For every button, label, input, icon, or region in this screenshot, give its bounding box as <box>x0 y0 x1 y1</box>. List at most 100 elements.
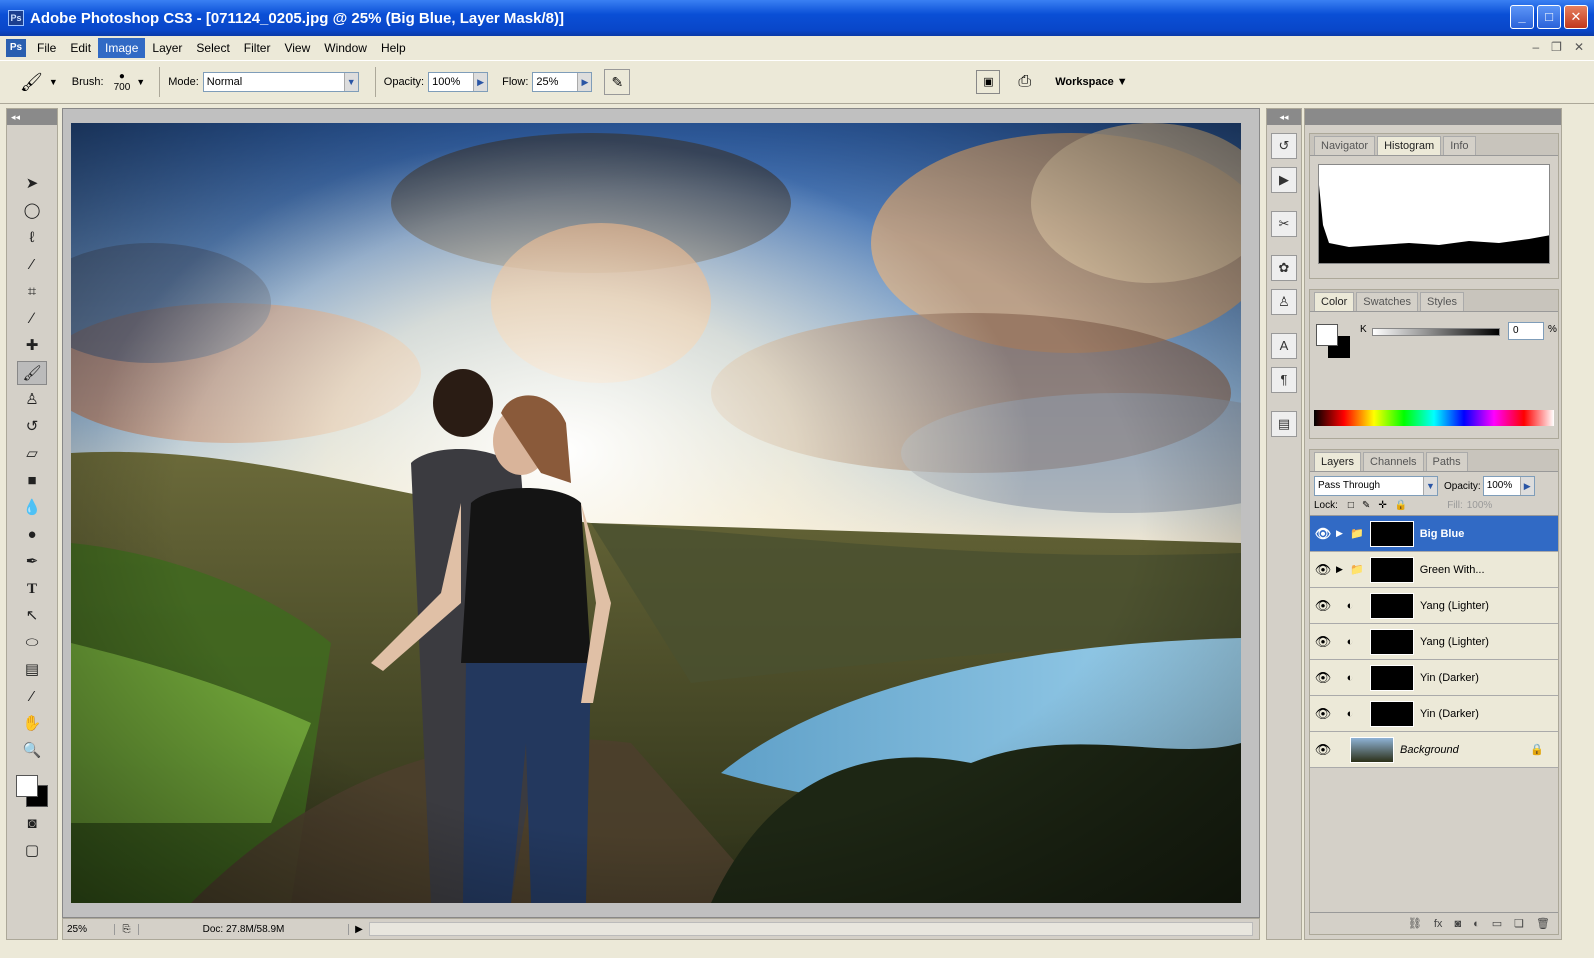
photoshop-app-icon[interactable]: Ps <box>8 10 24 26</box>
lasso-tool-icon[interactable]: ℓ <box>17 226 47 250</box>
menu-file[interactable]: File <box>30 38 63 58</box>
menu-help[interactable]: Help <box>374 38 413 58</box>
new-group-icon[interactable]: ▭ <box>1492 917 1502 930</box>
background-thumbnail[interactable] <box>1350 736 1394 763</box>
tab-swatches[interactable]: Swatches <box>1356 292 1418 311</box>
foreground-color[interactable] <box>16 775 38 797</box>
menu-edit[interactable]: Edit <box>63 38 98 58</box>
clone-stamp-tool-icon[interactable]: ♙ <box>17 388 47 412</box>
layer-mask-thumbnail[interactable] <box>1370 664 1414 691</box>
eye-icon[interactable]: 👁 <box>1310 562 1336 578</box>
layers-opacity-field[interactable]: 100% ▶ <box>1482 476 1535 496</box>
eye-icon[interactable]: 👁 <box>1310 634 1336 650</box>
color-k-value-field[interactable]: 0 <box>1508 322 1544 340</box>
tab-styles[interactable]: Styles <box>1420 292 1464 311</box>
chevron-right-icon[interactable]: ▶ <box>1519 477 1534 495</box>
brush-picker-chevron-icon[interactable]: ▼ <box>136 77 145 87</box>
layer-name[interactable]: Yin (Darker) <box>1420 708 1479 720</box>
layer-mask-thumbnail[interactable] <box>1369 556 1414 583</box>
magic-wand-tool-icon[interactable]: ⁄ <box>17 253 47 277</box>
menu-window[interactable]: Window <box>317 38 374 58</box>
menu-select[interactable]: Select <box>189 38 236 58</box>
clone-source-icon[interactable]: ♙ <box>1271 289 1297 315</box>
hand-tool-icon[interactable]: ✋ <box>17 712 47 736</box>
gradient-tool-icon[interactable]: ■ <box>17 469 47 493</box>
eye-icon[interactable]: 👁 <box>1310 706 1336 722</box>
menu-image[interactable]: Image <box>98 38 146 58</box>
expand-arrow-icon[interactable]: ▶ <box>1336 528 1350 539</box>
doc-minimize-icon[interactable]: – <box>1532 40 1539 54</box>
ps-logo-icon[interactable]: Ps <box>6 39 26 57</box>
pen-tool-icon[interactable]: ✒ <box>17 550 47 574</box>
mode-select[interactable]: Normal ▼ <box>202 72 359 92</box>
layer-name[interactable]: Yang (Lighter) <box>1420 636 1489 648</box>
brush-picker[interactable]: ● 700 <box>114 71 131 93</box>
dodge-tool-icon[interactable]: ● <box>17 523 47 547</box>
layer-style-icon[interactable]: fx <box>1434 918 1443 930</box>
layer-comps-icon[interactable]: ▤ <box>1271 411 1297 437</box>
layer-row[interactable]: 👁 ◐ Yang (Lighter) <box>1310 624 1558 660</box>
path-selection-tool-icon[interactable]: ↖ <box>17 604 47 628</box>
link-layers-icon[interactable]: ⛓ <box>1408 917 1422 930</box>
history-brush-tool-icon[interactable]: ↺ <box>17 415 47 439</box>
notes-tool-icon[interactable]: ▤ <box>17 658 47 682</box>
tab-navigator[interactable]: Navigator <box>1314 136 1376 155</box>
lock-position-icon[interactable]: ✛ <box>1378 500 1386 511</box>
doc-close-icon[interactable]: ✕ <box>1574 40 1584 54</box>
panels-grip[interactable] <box>1305 109 1561 125</box>
menu-view[interactable]: View <box>277 38 317 58</box>
eyedropper-tool-icon[interactable]: ⁄ <box>17 685 47 709</box>
tab-channels[interactable]: Channels <box>1363 452 1424 471</box>
chevron-right-icon[interactable]: ▶ <box>473 73 488 91</box>
fill-value[interactable]: 100% <box>1467 500 1493 511</box>
eraser-tool-icon[interactable]: ▱ <box>17 442 47 466</box>
layer-row[interactable]: 👁 ▶ 📁 Big Blue <box>1310 516 1558 552</box>
opacity-field[interactable]: 100% ▶ <box>428 72 489 92</box>
healing-tool-icon[interactable]: ✚ <box>17 334 47 358</box>
actions-panel-icon[interactable]: ▶ <box>1271 167 1297 193</box>
screen-mode-icon[interactable]: ▢ <box>17 839 47 863</box>
layer-row[interactable]: 👁 ▶ 📁 Green With... <box>1310 552 1558 588</box>
minimize-button[interactable]: _ <box>1510 5 1534 29</box>
expand-arrow-icon[interactable]: ▶ <box>1336 564 1350 575</box>
airbrush-icon[interactable]: ✎ <box>604 69 631 95</box>
menu-filter[interactable]: Filter <box>237 38 278 58</box>
layer-mask-thumbnail[interactable] <box>1369 520 1414 547</box>
layer-name[interactable]: Yang (Lighter) <box>1420 600 1489 612</box>
lock-all-icon[interactable]: 🔒 <box>1395 500 1407 511</box>
layer-mask-thumbnail[interactable] <box>1370 700 1414 727</box>
workspace-menu[interactable]: Workspace ▼ <box>1055 76 1127 88</box>
new-layer-icon[interactable]: ❏ <box>1514 917 1524 930</box>
device-central-icon[interactable]: ⎙ <box>1018 73 1031 91</box>
eye-icon[interactable]: 👁 <box>1310 598 1336 614</box>
close-button[interactable]: ✕ <box>1564 5 1588 29</box>
eye-icon[interactable]: 👁 <box>1310 670 1336 686</box>
paragraph-panel-icon[interactable]: ¶ <box>1271 367 1297 393</box>
maximize-button[interactable]: □ <box>1537 5 1561 29</box>
lock-pixels-icon[interactable]: ✎ <box>1362 500 1370 511</box>
color-swatches[interactable] <box>14 773 50 809</box>
layer-mask-thumbnail[interactable] <box>1370 592 1414 619</box>
zoom-level[interactable]: 25% <box>63 923 115 935</box>
character-panel-icon[interactable]: A <box>1271 333 1297 359</box>
slice-tool-icon[interactable]: ∕ <box>17 307 47 331</box>
brush-tool-icon[interactable]: 🖌 <box>17 361 47 385</box>
doc-restore-icon[interactable]: ❐ <box>1551 40 1562 54</box>
file-browser-icon[interactable]: ▣ <box>976 70 1001 94</box>
color-foreground[interactable] <box>1316 324 1338 346</box>
tab-paths[interactable]: Paths <box>1425 452 1468 471</box>
crop-tool-icon[interactable]: ⌗ <box>17 280 47 304</box>
layer-row[interactable]: 👁 ◐ Yin (Darker) <box>1310 696 1558 732</box>
flow-field[interactable]: 25% ▶ <box>532 72 593 92</box>
marquee-tool-icon[interactable]: ◯ <box>17 199 47 223</box>
tool-presets-icon[interactable]: ✂ <box>1271 211 1297 237</box>
history-panel-icon[interactable]: ↺ <box>1271 133 1297 159</box>
menu-layer[interactable]: Layer <box>145 38 189 58</box>
status-menu-icon[interactable]: ⎘ <box>115 923 139 935</box>
dock-grip[interactable]: ◂◂ <box>1267 109 1301 125</box>
move-tool-icon[interactable]: ➤ <box>17 172 47 196</box>
layer-name[interactable]: Green With... <box>1420 564 1485 576</box>
document-image[interactable] <box>71 123 1241 903</box>
eye-icon[interactable]: 👁 <box>1310 526 1336 542</box>
type-tool-icon[interactable]: T <box>17 577 47 601</box>
